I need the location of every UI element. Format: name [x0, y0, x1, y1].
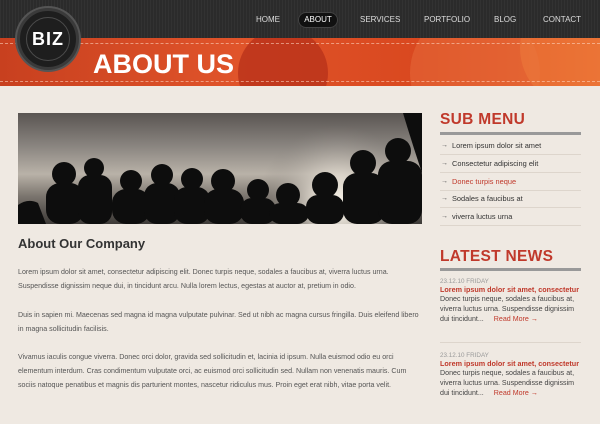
- news-excerpt: Donec turpis neque, sodales a faucibus a…: [440, 294, 581, 324]
- news-date: 23.12.10 FRIDAY: [440, 278, 489, 285]
- sub-menu-item[interactable]: → Sodales a faucibus at: [440, 190, 581, 208]
- sub-menu-item-active[interactable]: → Donec turpis neque: [440, 173, 581, 191]
- news-title-link[interactable]: Lorem ipsum dolor sit amet, consectetur: [440, 285, 581, 294]
- nav-about[interactable]: ABOUT: [298, 12, 338, 28]
- read-more-link[interactable]: Read More →: [494, 315, 538, 323]
- latest-news-divider: [440, 268, 581, 271]
- arrow-right-icon: →: [441, 142, 448, 149]
- sub-menu-item[interactable]: → Lorem ipsum dolor sit amet: [440, 137, 581, 155]
- nav-home[interactable]: HOME: [256, 12, 280, 28]
- arrow-right-icon: →: [441, 160, 448, 167]
- logo-text: BIZ: [32, 29, 64, 49]
- sub-menu-item[interactable]: → viverra luctus urna: [440, 208, 581, 226]
- header-banner: [0, 38, 600, 86]
- nav-blog[interactable]: BLOG: [494, 12, 516, 28]
- section-heading: About Our Company: [18, 236, 146, 251]
- news-date: 23.12.10 FRIDAY: [440, 352, 489, 359]
- news-title-link[interactable]: Lorem ipsum dolor sit amet, consectetur: [440, 359, 581, 368]
- site-logo[interactable]: BIZ: [17, 8, 79, 70]
- sub-menu-heading: SUB MENU: [440, 111, 526, 128]
- news-item: 23.12.10 FRIDAY Lorem ipsum dolor sit am…: [440, 352, 581, 398]
- news-excerpt: Donec turpis neque, sodales a faucibus a…: [440, 368, 581, 398]
- nav-services[interactable]: SERVICES: [360, 12, 400, 28]
- arrow-right-icon: →: [441, 195, 448, 202]
- arrow-right-icon: →: [441, 213, 448, 220]
- paragraph-3: Vivamus iaculis congue viverra. Donec or…: [18, 353, 407, 390]
- hero-image: [18, 113, 422, 224]
- nav-contact[interactable]: CONTACT: [543, 12, 581, 28]
- arrow-right-icon: →: [441, 178, 448, 185]
- read-more-link[interactable]: Read More →: [494, 389, 538, 397]
- nav-portfolio[interactable]: PORTFOLIO: [424, 12, 470, 28]
- sub-menu-item-label: Donec turpis neque: [452, 177, 517, 186]
- page-title: ABOUT US: [93, 49, 234, 79]
- sub-menu-divider: [440, 132, 581, 135]
- sub-menu-item-label: Consectetur adipiscing elit: [452, 159, 539, 168]
- sub-menu-item-label: Sodales a faucibus at: [452, 194, 523, 203]
- sub-menu-item[interactable]: → Consectetur adipiscing elit: [440, 155, 581, 173]
- paragraph-1: Lorem ipsum dolor sit amet, consectetur …: [18, 268, 389, 291]
- paragraph-2: Duis in sapien mi. Maecenas sed magna id…: [18, 311, 419, 334]
- latest-news-heading: LATEST NEWS: [440, 248, 554, 265]
- sub-menu-item-label: Lorem ipsum dolor sit amet: [452, 141, 542, 150]
- news-item: 23.12.10 FRIDAY Lorem ipsum dolor sit am…: [440, 278, 581, 343]
- sub-menu-item-label: viverra luctus urna: [452, 212, 513, 221]
